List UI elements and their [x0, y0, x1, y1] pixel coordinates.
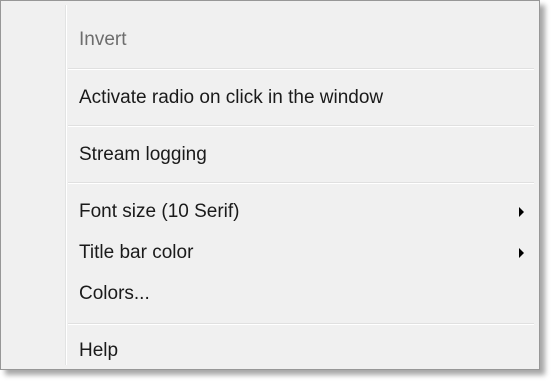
menu-separator: [68, 125, 534, 127]
menu-separator: [68, 323, 534, 325]
menu-item-help[interactable]: Help: [4, 334, 536, 368]
menu-item-label: Invert: [79, 29, 127, 50]
menu-item-label: Stream logging: [79, 144, 207, 165]
submenu-arrow-icon: [519, 248, 524, 258]
menu-item-label: Colors...: [79, 283, 150, 304]
context-menu: Invert Activate radio on click in the wi…: [0, 0, 540, 370]
menu-item-label: Activate radio on click in the window: [79, 87, 384, 108]
menu-item-font-size[interactable]: Font size (10 Serif): [4, 195, 536, 229]
submenu-arrow-icon: [519, 207, 524, 217]
menu-separator: [68, 182, 534, 184]
menu-item-label: Font size (10 Serif): [79, 201, 240, 222]
menu-item-label: Help: [79, 340, 119, 361]
menu-item-colors[interactable]: Colors...: [4, 277, 536, 311]
menu-item-label: Title bar color: [79, 242, 194, 263]
menu-icon-gutter-divider: [65, 5, 67, 365]
menu-separator: [68, 68, 534, 70]
menu-item-title-bar-color[interactable]: Title bar color: [4, 236, 536, 270]
menu-item-invert[interactable]: Invert: [4, 23, 536, 57]
menu-item-activate-radio[interactable]: Activate radio on click in the window: [4, 81, 536, 115]
menu-item-stream-logging[interactable]: Stream logging: [4, 138, 536, 172]
